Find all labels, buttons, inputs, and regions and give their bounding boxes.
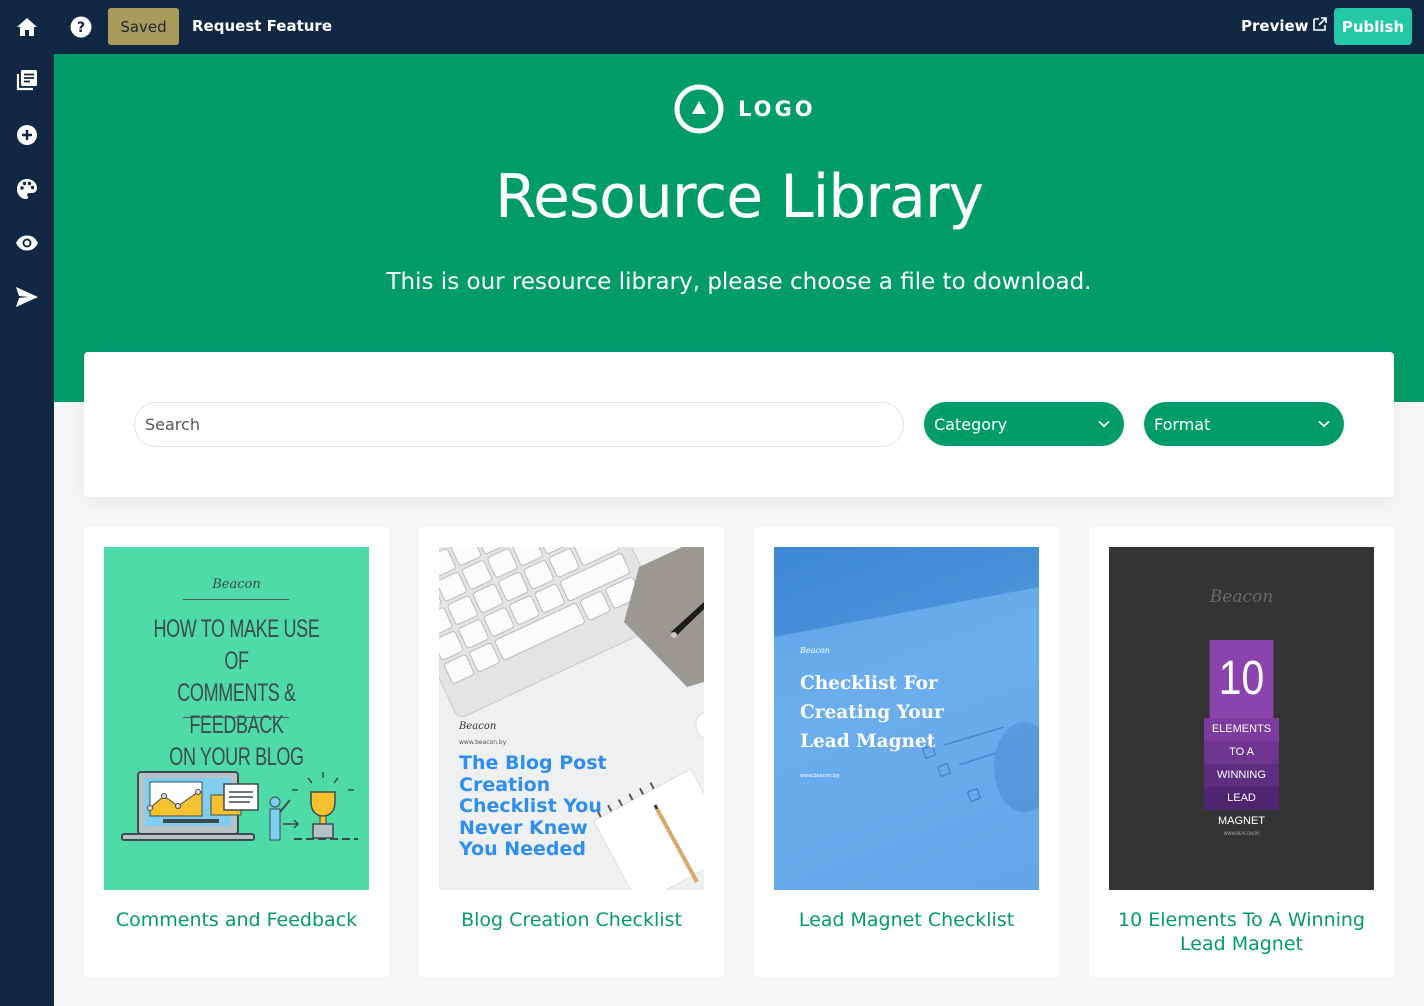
help-circle-icon: ?: [70, 16, 92, 38]
sidebar-item-preview[interactable]: [15, 231, 39, 255]
resource-cover-image[interactable]: Beacon Checklist For Creating Your Lead …: [774, 547, 1039, 890]
cover-title-stack: 10 ELEMENTS TO A WINNING LEAD MAGNET: [1204, 640, 1279, 827]
cover-brand: Beacon: [212, 577, 261, 592]
logo-text: LOGO: [738, 97, 816, 121]
preview-label: Preview: [1241, 17, 1309, 35]
cover-headline-line: Checklist For: [800, 673, 938, 694]
resource-card[interactable]: Beacon Checklist For Creating Your Lead …: [754, 527, 1059, 977]
site-logo[interactable]: LOGO: [674, 84, 816, 134]
logo-triangle-icon: [674, 84, 724, 134]
cover-divider: [183, 717, 289, 718]
cover-headline-line: Checklist You: [459, 795, 602, 817]
cover-brand: Beacon: [800, 646, 830, 655]
sidebar-item-add[interactable]: [15, 123, 39, 147]
cover-row: LEAD MAGNET: [1204, 787, 1279, 827]
cover-headline-line: Creation: [459, 773, 551, 796]
cover-headline-line: Never Knew: [459, 816, 588, 839]
external-link-icon: [1312, 17, 1327, 31]
request-feature-link[interactable]: Request Feature: [192, 17, 332, 35]
cover-headline-line: The Blog Post: [459, 752, 607, 774]
cover-headline-line: You Needed: [459, 838, 586, 860]
resource-card[interactable]: Beacon www.beacon.by The Blog Post Creat…: [419, 527, 724, 977]
chevron-down-icon: [1098, 420, 1110, 428]
sidebar-item-publish[interactable]: [15, 285, 39, 309]
palette-icon: [17, 179, 37, 199]
page-subtitle: This is our resource library, please cho…: [386, 269, 1092, 295]
hero-banner: LOGO Resource Library This is our resour…: [54, 54, 1424, 402]
resource-cover-image[interactable]: Beacon HOW TO MAKE USE OF COMMENTS & FEE…: [104, 547, 369, 890]
top-bar: ? Saved Request Feature Preview Publish: [0, 0, 1424, 54]
cover-headline-line: COMMENTS & FEEDBACK: [177, 679, 296, 739]
chevron-down-icon: [1318, 420, 1330, 428]
cover-url: www.beacon.by: [800, 773, 840, 779]
preview-link[interactable]: Preview: [1241, 17, 1327, 35]
cover-brand: Beacon: [1209, 587, 1274, 607]
publish-button[interactable]: Publish: [1334, 8, 1412, 45]
home-button[interactable]: [15, 15, 39, 39]
category-label: Category: [934, 414, 1008, 434]
cover-headline: HOW TO MAKE USE OF COMMENTS & FEEDBACK O…: [141, 613, 332, 773]
cover-brand: Beacon: [459, 721, 497, 732]
sidebar-item-theme[interactable]: [15, 177, 39, 201]
resource-title[interactable]: Blog Creation Checklist: [429, 908, 714, 932]
format-label: Format: [1154, 414, 1211, 434]
add-circle-icon: [17, 125, 37, 145]
sidebar: [0, 54, 54, 1006]
send-icon: [16, 287, 38, 307]
resource-card[interactable]: Beacon 10 ELEMENTS TO A WINNING LEAD MAG…: [1089, 527, 1394, 977]
help-button[interactable]: ?: [69, 15, 93, 39]
cover-headline: The Blog Post Creation Checklist You Nev…: [459, 752, 607, 861]
saved-status-button[interactable]: Saved: [108, 8, 179, 45]
resource-title[interactable]: 10 Elements To A Winning Lead Magnet: [1099, 908, 1384, 956]
cover-headline-line: HOW TO MAKE USE OF: [153, 615, 320, 675]
resource-cover-image[interactable]: Beacon 10 ELEMENTS TO A WINNING LEAD MAG…: [1109, 547, 1374, 890]
laptop-trophy-illustration: [121, 771, 358, 841]
cover-headline-line: Creating Your: [800, 702, 944, 723]
cover-row: TO A: [1204, 741, 1279, 764]
page-title: Resource Library: [494, 162, 984, 232]
category-dropdown[interactable]: Category: [924, 402, 1124, 446]
cover-divider: [183, 599, 289, 600]
resource-title[interactable]: Comments and Feedback: [94, 908, 379, 932]
cover-headline-line: Lead Magnet: [800, 731, 936, 752]
format-dropdown[interactable]: Format: [1144, 402, 1344, 446]
resource-title[interactable]: Lead Magnet Checklist: [764, 908, 1049, 932]
pages-icon: [16, 70, 37, 91]
filter-panel: Category Format: [84, 352, 1394, 497]
cover-row: WINNING: [1204, 764, 1279, 787]
cover-row: ELEMENTS: [1204, 718, 1279, 741]
home-icon: [17, 18, 37, 36]
svg-text:?: ?: [77, 20, 85, 36]
sidebar-item-pages[interactable]: [15, 68, 39, 92]
cover-number: 10: [1209, 640, 1274, 718]
eye-icon: [16, 235, 38, 251]
search-input[interactable]: [134, 402, 904, 447]
resource-cover-image[interactable]: Beacon www.beacon.by The Blog Post Creat…: [439, 547, 704, 890]
cover-url: WWW.BEACON.BY: [1223, 831, 1260, 836]
cover-url: www.beacon.by: [459, 739, 507, 746]
cover-headline: Checklist For Creating Your Lead Magnet: [800, 669, 944, 756]
resource-card[interactable]: Beacon HOW TO MAKE USE OF COMMENTS & FEE…: [84, 527, 389, 977]
